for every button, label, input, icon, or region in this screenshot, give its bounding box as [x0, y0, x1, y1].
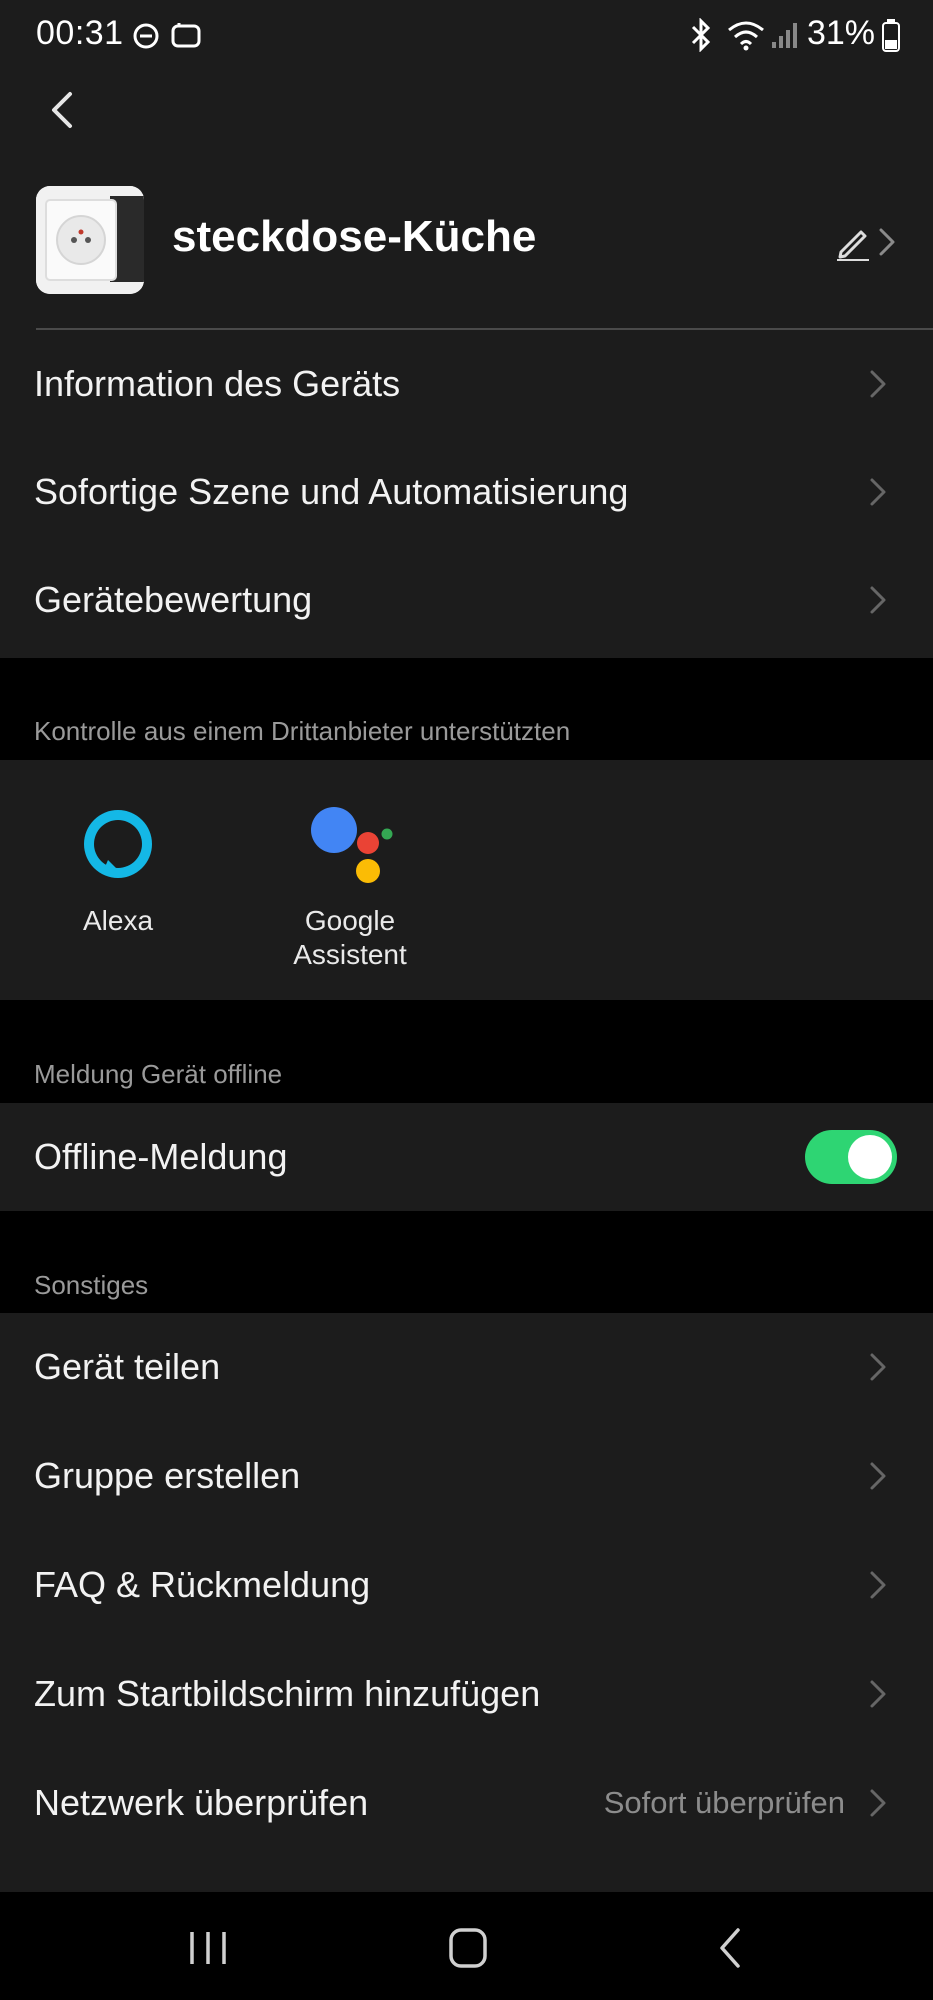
wifi-icon [726, 18, 766, 57]
menu-item-label: Gerät teilen [34, 1346, 221, 1387]
offline-section: Offline-Meldung [0, 1103, 933, 1211]
screen: 00:31 31% steckdose-Küche Information de… [0, 0, 933, 2000]
device-header[interactable]: steckdose-Küche [0, 150, 933, 330]
bluetooth-icon [688, 17, 714, 57]
menu-item-scene-automation[interactable]: Sofortige Szene und Automatisierung [0, 438, 933, 546]
google-assistant-label: Google [304, 905, 396, 936]
system-nav-bar [0, 1892, 933, 2000]
alexa-label: Alexa [82, 905, 154, 936]
alexa-icon [78, 804, 158, 884]
offline-notification-row: Offline-Meldung [0, 1103, 933, 1211]
menu-item-device-rating[interactable]: Gerätebewertung [0, 546, 933, 654]
others-section: Gerät teilen Gruppe erstellen FAQ & Rück… [0, 1313, 933, 1892]
menu-item-label: Gerätebewertung [34, 579, 313, 620]
cast-icon [170, 22, 202, 55]
pencil-icon[interactable] [833, 222, 873, 262]
device-name: steckdose-Küche [172, 212, 537, 261]
menu-item-faq-feedback[interactable]: FAQ & Rückmeldung [0, 1531, 933, 1639]
menu-item-label: Sofortige Szene und Automatisierung [34, 471, 629, 512]
section-title-offline: Meldung Gerät offline [34, 1059, 283, 1089]
menu-item-label: Zum Startbildschirm hinzufügen [34, 1673, 541, 1714]
offline-notification-toggle[interactable] [805, 1130, 897, 1184]
device-image [36, 186, 144, 294]
menu-item-share-device[interactable]: Gerät teilen [0, 1313, 933, 1421]
google-assistant-label-2: Assistent [293, 939, 407, 970]
menu-item-create-group[interactable]: Gruppe erstellen [0, 1422, 933, 1530]
device-menu: Information des Geräts Sofortige Szene u… [0, 330, 933, 658]
chevron-right-icon [867, 1349, 889, 1385]
status-time: 00:31 [36, 14, 124, 52]
chevron-right-icon [875, 224, 899, 260]
signal-icon [770, 20, 798, 55]
offline-notification-label: Offline-Meldung [34, 1136, 288, 1177]
chevron-right-icon [867, 582, 889, 618]
google-assistant-button[interactable]: Google Assistent [280, 804, 420, 972]
menu-item-label: FAQ & Rückmeldung [34, 1564, 371, 1605]
alexa-button[interactable]: Alexa [58, 804, 178, 938]
menu-item-add-to-home[interactable]: Zum Startbildschirm hinzufügen [0, 1640, 933, 1748]
menu-item-label: Gruppe erstellen [34, 1455, 301, 1496]
third-party-section: Alexa Google Assistent [0, 760, 933, 1000]
do-not-disturb-icon [132, 22, 160, 55]
chevron-right-icon [867, 1567, 889, 1603]
section-title-others: Sonstiges [34, 1270, 149, 1300]
home-icon[interactable] [438, 1922, 498, 1974]
google-assistant-icon [305, 804, 395, 884]
battery-percent: 31% [806, 14, 875, 52]
toggle-knob [848, 1135, 892, 1179]
recent-apps-icon[interactable] [178, 1922, 238, 1974]
section-title-third-party: Kontrolle aus einem Drittanbieter unters… [34, 716, 571, 746]
chevron-right-icon [867, 474, 889, 510]
chevron-right-icon [867, 1676, 889, 1712]
chevron-right-icon [867, 366, 889, 402]
menu-item-device-info[interactable]: Information des Geräts [0, 330, 933, 438]
battery-icon [881, 18, 901, 57]
back-arrow-icon[interactable] [40, 86, 88, 134]
chevron-right-icon [867, 1458, 889, 1494]
menu-item-check-network[interactable]: Netzwerk überprüfen Sofort überprüfen [0, 1749, 933, 1857]
back-icon[interactable] [702, 1922, 762, 1974]
menu-item-label: Information des Geräts [34, 363, 401, 404]
status-bar: 00:31 31% [0, 0, 933, 70]
menu-item-label: Netzwerk überprüfen [34, 1782, 369, 1823]
chevron-right-icon [867, 1785, 889, 1821]
check-network-value: Sofort überprüfen [603, 1785, 845, 1820]
